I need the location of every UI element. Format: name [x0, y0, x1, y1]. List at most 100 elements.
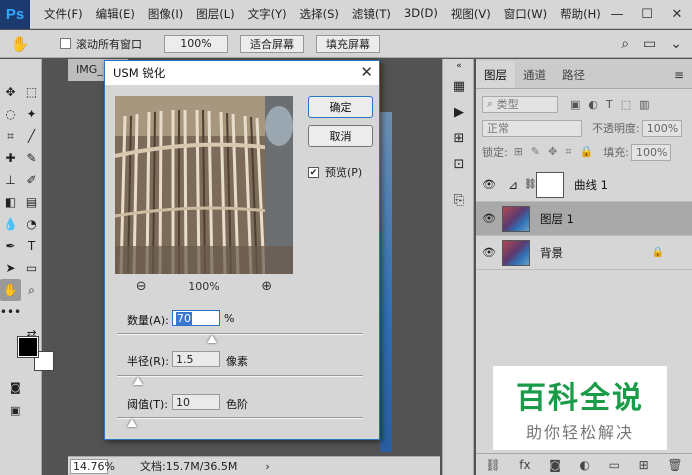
move-tool-icon[interactable]: ✥: [0, 81, 21, 103]
menu-image[interactable]: 图像(I): [148, 6, 183, 22]
foreground-color-swatch[interactable]: [17, 336, 39, 358]
filter-preview[interactable]: [115, 96, 293, 274]
menu-window[interactable]: 窗口(W): [504, 6, 547, 22]
visibility-eye-icon[interactable]: 👁: [476, 246, 502, 259]
lock-icon[interactable]: 🔒: [652, 247, 664, 258]
marquee-tool-icon[interactable]: ⬚: [21, 81, 42, 103]
lasso-tool-icon[interactable]: ◌: [0, 103, 21, 125]
healing-brush-tool-icon[interactable]: ✚: [0, 147, 21, 169]
path-selection-tool-icon[interactable]: ➤: [0, 257, 21, 279]
menu-type[interactable]: 文字(Y): [248, 6, 287, 22]
preview-checkbox[interactable]: ✔ 预览(P): [308, 164, 362, 180]
radius-slider-track[interactable]: [117, 375, 363, 377]
menu-edit[interactable]: 编辑(E): [96, 6, 135, 22]
gradient-tool-icon[interactable]: ▤: [21, 191, 42, 213]
amount-slider-track[interactable]: [117, 333, 363, 335]
fit-screen-button[interactable]: 适合屏幕: [240, 34, 304, 53]
ok-button[interactable]: 确定: [308, 96, 373, 118]
menu-file[interactable]: 文件(F): [44, 6, 83, 22]
menu-view[interactable]: 视图(V): [451, 6, 491, 22]
zoom-tool-icon[interactable]: ⌕: [21, 279, 42, 301]
properties-panel-icon[interactable]: ⊞: [443, 125, 475, 151]
filter-kind-select[interactable]: ⌕ 类型: [482, 95, 558, 113]
scroll-all-windows-checkbox[interactable]: 滚动所有窗口: [60, 36, 142, 52]
actions-play-icon[interactable]: ▶: [443, 99, 475, 125]
threshold-input[interactable]: 10: [172, 394, 220, 410]
visibility-eye-icon[interactable]: 👁: [476, 178, 502, 191]
chevron-down-icon[interactable]: ⌄: [670, 36, 682, 52]
tab-channels[interactable]: 通道: [515, 67, 554, 88]
radius-slider-handle[interactable]: [133, 377, 143, 385]
layer-thumbnail[interactable]: [502, 239, 530, 266]
new-group-icon[interactable]: ▭: [609, 458, 620, 472]
brush-tool-icon[interactable]: ✎: [21, 147, 42, 169]
search-icon[interactable]: ⌕: [621, 36, 629, 52]
tab-layers[interactable]: 图层: [476, 61, 515, 88]
delete-layer-icon[interactable]: 🗑: [667, 458, 682, 472]
close-window-button[interactable]: ✕: [662, 0, 692, 29]
clone-stamp-tool-icon[interactable]: ⊥: [0, 169, 21, 191]
lock-icons[interactable]: ⊞✎✥⌗🔒: [514, 145, 602, 159]
panel-menu-icon[interactable]: ≡: [674, 68, 692, 88]
scroll-all-checkbox-box[interactable]: [60, 38, 71, 49]
screen-mode-icon[interactable]: ▣: [10, 404, 20, 417]
eyedropper-tool-icon[interactable]: ╱: [21, 125, 42, 147]
radius-input[interactable]: 1.5: [172, 351, 220, 367]
zoom-level-field[interactable]: 14.76%: [70, 458, 115, 474]
threshold-slider-track[interactable]: [117, 417, 363, 419]
threshold-slider-handle[interactable]: [127, 419, 137, 427]
quick-mask-icon[interactable]: ◙: [10, 381, 21, 394]
paragraph-panel-icon[interactable]: ⎘: [443, 187, 475, 213]
status-menu-arrow-icon[interactable]: ›: [265, 460, 269, 473]
history-brush-tool-icon[interactable]: ✐: [21, 169, 42, 191]
shape-tool-icon[interactable]: ▭: [21, 257, 42, 279]
layer-mask-thumbnail[interactable]: [536, 171, 564, 198]
pen-tool-icon[interactable]: ✒: [0, 235, 21, 257]
magic-wand-tool-icon[interactable]: ✦: [21, 103, 42, 125]
collapse-arrows-icon[interactable]: «: [443, 59, 475, 73]
type-tool-icon[interactable]: T: [21, 235, 42, 257]
eraser-tool-icon[interactable]: ◧: [0, 191, 21, 213]
cancel-button[interactable]: 取消: [308, 125, 373, 147]
crop-tool-icon[interactable]: ⌗: [0, 125, 21, 147]
link-chain-icon[interactable]: ⛓: [524, 179, 537, 190]
visibility-eye-icon[interactable]: 👁: [476, 212, 502, 225]
menu-select[interactable]: 选择(S): [300, 6, 339, 22]
minimize-button[interactable]: —: [602, 0, 632, 29]
filter-type-icons[interactable]: ▣◐T⬚▥: [570, 98, 658, 111]
layer-row-background[interactable]: 👁 背景 🔒: [476, 236, 692, 270]
workspace-icon[interactable]: ▭: [643, 36, 656, 52]
tab-paths[interactable]: 路径: [554, 67, 593, 88]
checkmark-icon[interactable]: ✔: [308, 166, 319, 178]
new-adjustment-icon[interactable]: ◐: [580, 458, 590, 472]
dodge-tool-icon[interactable]: ◔: [21, 213, 42, 235]
menu-help[interactable]: 帮助(H): [560, 6, 601, 22]
maximize-button[interactable]: ☐: [632, 0, 662, 29]
zoom-out-icon[interactable]: ⊖: [136, 279, 147, 294]
zoom-100-button[interactable]: 100%: [164, 34, 228, 53]
adjustments-panel-icon[interactable]: ⊡: [443, 151, 475, 177]
fx-icon[interactable]: fx: [519, 458, 530, 472]
hand-tool-icon[interactable]: ✋: [0, 279, 21, 301]
hand-tool-preset-icon[interactable]: ✋: [0, 35, 40, 53]
add-mask-icon[interactable]: ◙: [549, 458, 561, 472]
blend-mode-select[interactable]: 正常: [482, 119, 582, 137]
amount-input[interactable]: 70: [172, 310, 220, 326]
layer-row-curves[interactable]: 👁 ⊿ ⛓ 曲线 1: [476, 168, 692, 202]
menu-layer[interactable]: 图层(L): [196, 6, 234, 22]
more-tools-icon[interactable]: •••: [0, 301, 21, 323]
blur-tool-icon[interactable]: 💧: [0, 213, 21, 235]
fill-field[interactable]: 100%: [630, 143, 671, 161]
amount-slider-handle[interactable]: [207, 335, 217, 343]
layer-row-layer1[interactable]: 👁 图层 1: [476, 202, 692, 236]
opacity-field[interactable]: 100%: [641, 119, 682, 137]
close-icon[interactable]: ✕: [360, 63, 373, 81]
menu-filter[interactable]: 滤镜(T): [352, 6, 391, 22]
menu-3d[interactable]: 3D(D): [404, 6, 438, 22]
link-layers-icon[interactable]: ⛓: [485, 458, 500, 472]
fill-screen-button[interactable]: 填充屏幕: [316, 34, 380, 53]
zoom-in-icon[interactable]: ⊕: [261, 279, 272, 294]
history-panel-icon[interactable]: ▦: [443, 73, 475, 99]
layer-thumbnail[interactable]: [502, 205, 530, 232]
new-layer-icon[interactable]: ⊞: [639, 458, 649, 472]
